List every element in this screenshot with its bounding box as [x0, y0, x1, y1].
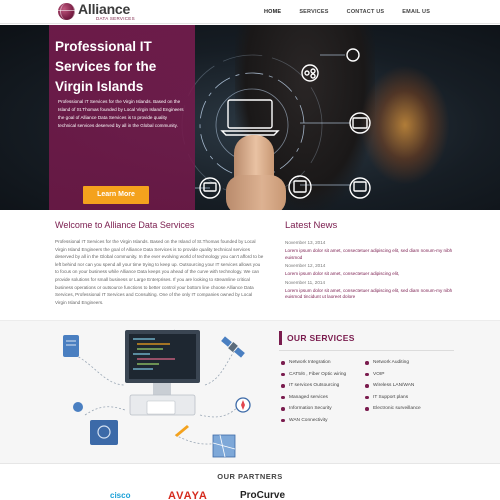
news-link[interactable]: Lorem ipsum dolor sit amet, consectetuer…	[285, 271, 465, 278]
nav-email-us[interactable]: EMAIL US	[393, 0, 439, 24]
site-header: Alliance DATA SERVICES HOME SERVICES CON…	[0, 0, 500, 24]
news-link[interactable]: Lorem ipsum dolor sit amet, consectetuer…	[285, 288, 465, 301]
service-label: Network Auditing	[373, 360, 409, 365]
service-label: Wireless LAN/WAN	[373, 383, 415, 389]
news-date: November 11, 2014	[285, 279, 326, 285]
service-item[interactable]: Network Auditing	[364, 357, 421, 369]
bullet-icon	[281, 418, 285, 423]
nav-services[interactable]: SERVICES	[290, 0, 337, 24]
welcome-text: Professional IT Services for the Virgin …	[55, 239, 264, 305]
services-list-left: Network Integration CAT5/6 , Fiber Optic…	[280, 357, 346, 427]
service-item[interactable]: WAN Connectivity	[280, 415, 346, 427]
bullet-icon	[365, 361, 369, 365]
partner-logo-procurve[interactable]: ProCurve	[240, 490, 285, 500]
service-item[interactable]: Electronic surveillance	[364, 403, 421, 415]
satellite-icon	[221, 336, 245, 358]
service-item[interactable]: VOIP	[364, 369, 421, 381]
logo[interactable]: Alliance DATA SERVICES	[58, 2, 138, 22]
bullet-icon	[365, 395, 369, 400]
service-label: IT Support plans	[373, 394, 409, 400]
services-list-right: Network Auditing VOIP Wireless LAN/WAN I…	[364, 357, 421, 415]
news-title: Latest News	[285, 220, 338, 231]
service-item[interactable]: IT services Outsourcing	[280, 380, 346, 392]
service-label: Electronic surveillance	[373, 406, 421, 412]
bullet-icon	[365, 407, 369, 411]
service-label: VOIP	[373, 371, 385, 377]
divider	[279, 350, 454, 351]
news-date: November 13, 2014	[285, 240, 326, 245]
hero-hand-palm	[226, 175, 286, 210]
news-link[interactable]: Lorem ipsum dolor sit amet, consectetuer…	[285, 248, 465, 261]
document-icon	[63, 335, 79, 357]
service-item[interactable]: CAT5/6 , Fiber Optic wiring	[280, 369, 346, 381]
service-item[interactable]: Wireless LAN/WAN	[364, 380, 421, 392]
service-label: IT services Outsourcing	[289, 383, 340, 389]
bullet-icon	[281, 407, 285, 411]
news-date: November 12, 2014	[285, 263, 326, 269]
partner-logo-cisco[interactable]: cisco	[110, 491, 130, 500]
service-label: Information Security	[289, 406, 332, 412]
pin-icon	[73, 402, 83, 412]
partner-logo-avaya[interactable]: AVAYA	[168, 490, 208, 500]
service-item[interactable]: Managed services	[280, 392, 346, 404]
main-nav: HOME SERVICES CONTACT US EMAIL US	[255, 0, 439, 24]
logo-name: Alliance	[78, 1, 131, 17]
nav-contact-us[interactable]: CONTACT US	[338, 0, 394, 24]
welcome-title: Welcome to Alliance Data Services	[55, 220, 195, 230]
safe-icon	[90, 420, 118, 445]
divider	[0, 463, 500, 464]
bullet-icon	[281, 395, 285, 400]
nav-home[interactable]: HOME	[255, 0, 290, 24]
bullet-icon	[365, 384, 369, 388]
hero-text: Professional IT Services for the Virgin …	[58, 99, 184, 128]
services-illustration	[63, 329, 251, 458]
bullet-icon	[365, 372, 369, 377]
globe-icon	[58, 3, 75, 20]
bullet-icon	[281, 372, 285, 377]
services-title-bar	[279, 331, 282, 345]
service-label: WAN Connectivity	[289, 417, 328, 423]
bullet-icon	[281, 361, 285, 365]
service-item[interactable]: IT Support plans	[364, 392, 421, 404]
bullet-icon	[281, 384, 285, 388]
service-label: Managed services	[289, 394, 328, 400]
service-item[interactable]: Information Security	[280, 403, 346, 415]
pen-icon	[175, 425, 189, 437]
hero-slider: Professional IT Services for the Virgin …	[0, 25, 500, 210]
partners-title: OUR PARTNERS	[217, 472, 283, 481]
logo-tagline: DATA SERVICES	[96, 16, 135, 21]
service-label: CAT5/6 , Fiber Optic wiring	[289, 371, 347, 377]
service-item[interactable]: Network Integration	[280, 357, 346, 369]
service-label: Network Integration	[289, 360, 331, 365]
learn-more-button[interactable]: Learn More	[83, 186, 149, 204]
hero-title: Professional IT Services for the Virgin …	[55, 39, 157, 94]
news-list: November 13, 2014 Lorem ipsum dolor sit …	[285, 239, 465, 302]
services-title: OUR SERVICES	[287, 333, 355, 343]
